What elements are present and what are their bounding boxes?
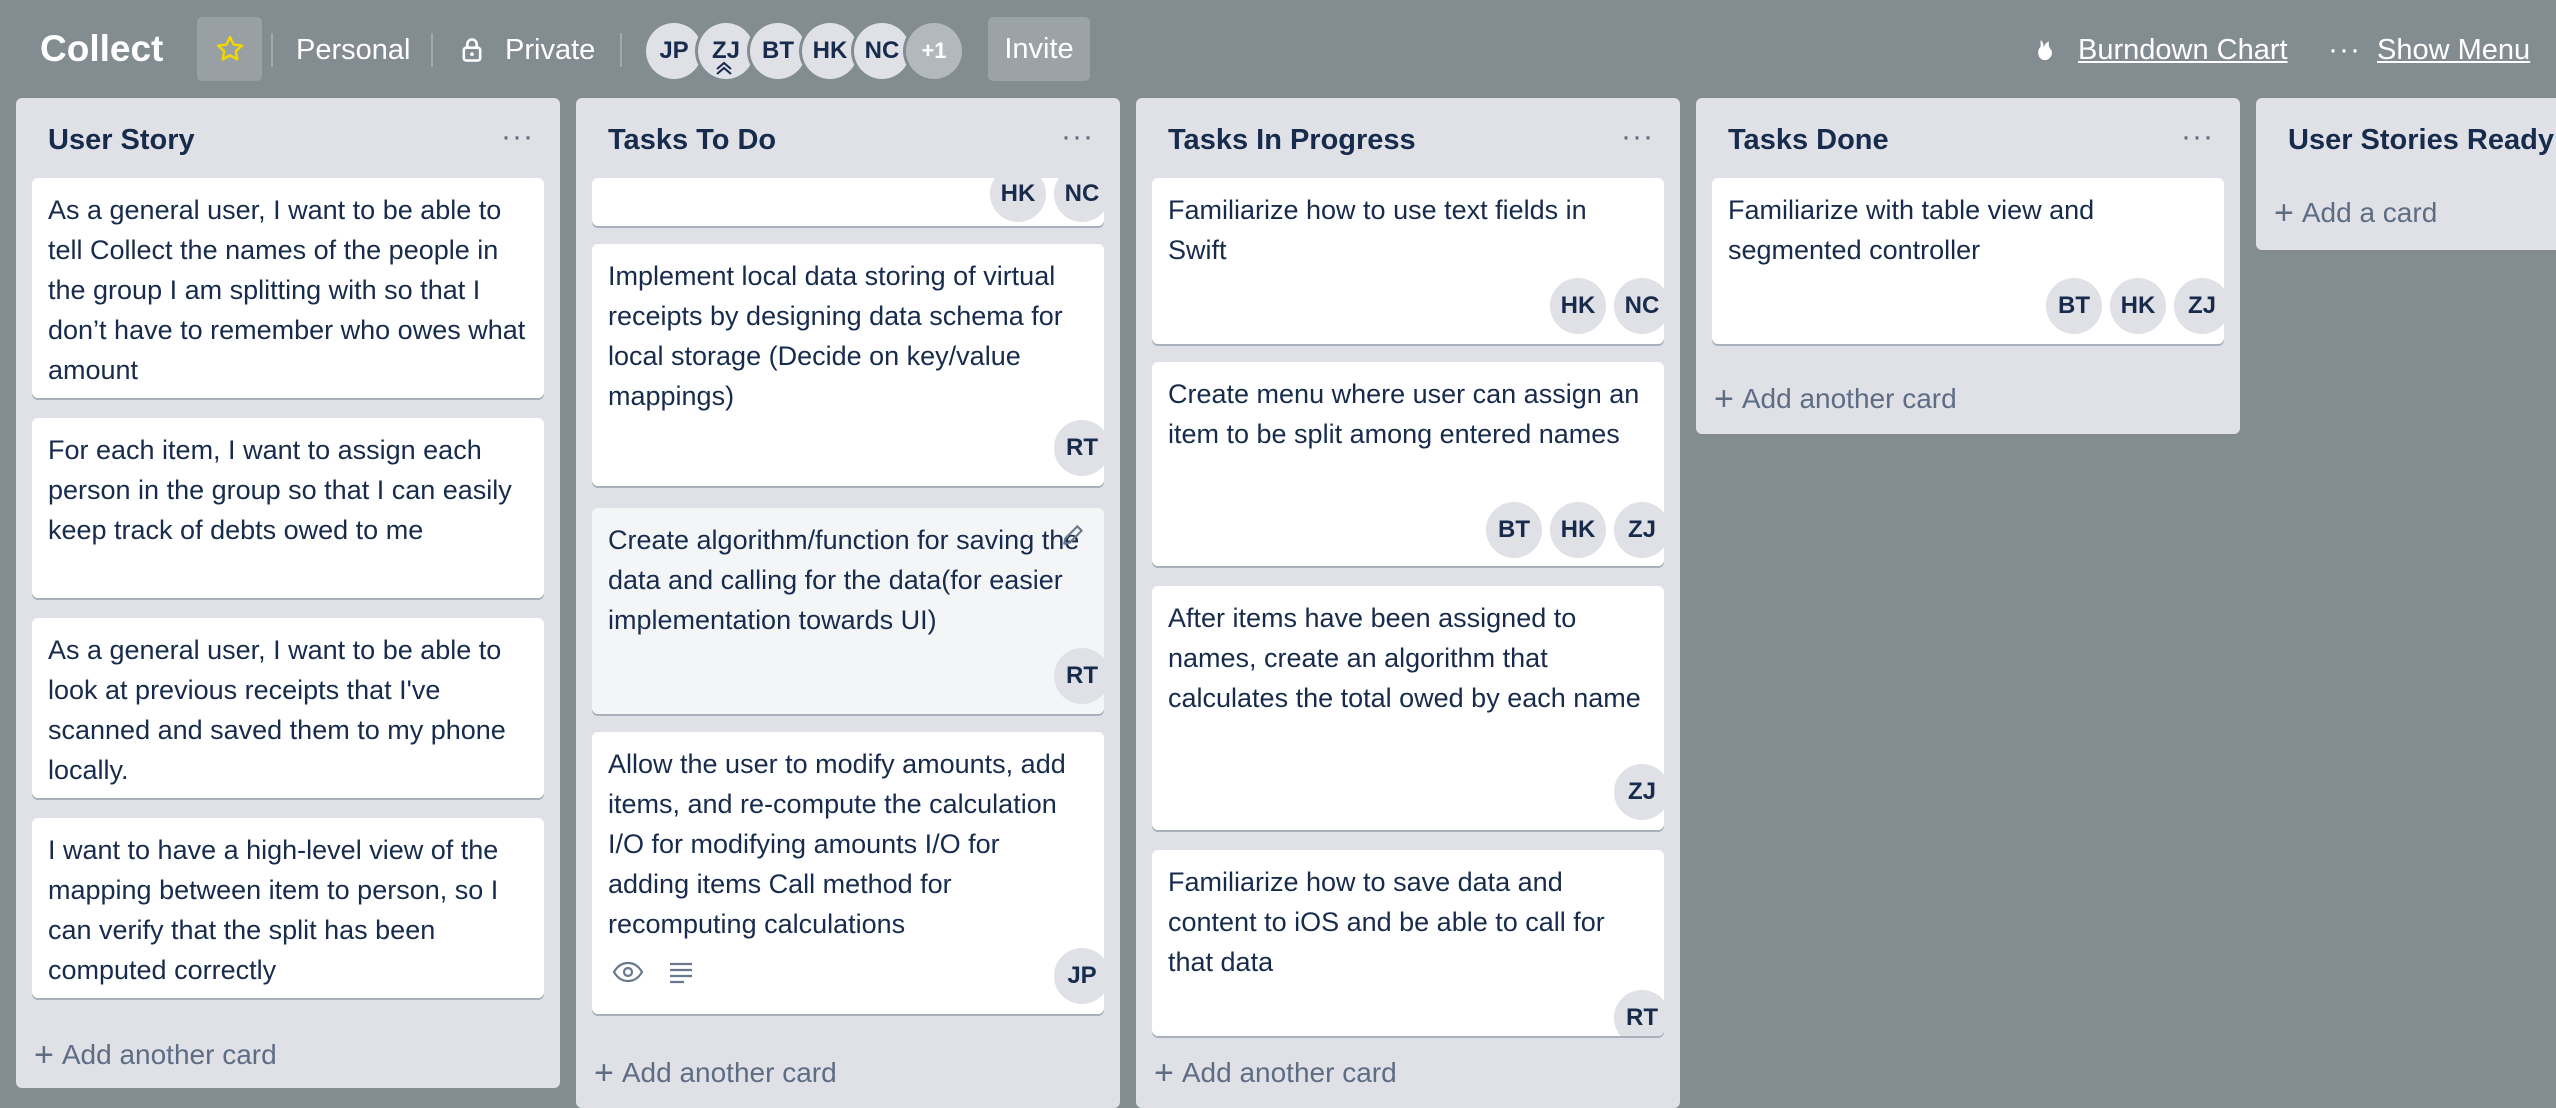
card[interactable]: As a general user, I want to be able to … (32, 618, 544, 798)
add-card-label: Add another card (1181, 1057, 1397, 1088)
add-card-button[interactable]: + Add a card (2274, 194, 2437, 233)
board-header: Collect Personal Private JP ZJ BT HK NC … (0, 0, 2556, 100)
card-member-avatar[interactable]: ZJ (1614, 764, 1664, 820)
card-member-avatar[interactable]: HK (1550, 278, 1606, 334)
card-title: Allow the user to modify amounts, add it… (608, 749, 1066, 939)
header-divider (271, 33, 273, 67)
add-card-button[interactable]: + Add another card (34, 1036, 277, 1075)
card-member-avatar[interactable]: JP (1054, 948, 1104, 1004)
card-title: After items have been assigned to names,… (1168, 603, 1641, 713)
member-avatar[interactable]: ZJ (698, 23, 754, 79)
list-user-stories-ready: User Stories Ready + Add a card (2256, 98, 2556, 250)
list-title[interactable]: Tasks To Do (608, 124, 776, 157)
card-member-avatar[interactable]: ZJ (1614, 502, 1664, 558)
plus-icon: + (1714, 380, 1734, 418)
team-button[interactable]: Personal (296, 33, 410, 67)
menu-dots-icon[interactable]: ··· (2328, 33, 2361, 67)
star-button[interactable] (197, 17, 262, 81)
card[interactable]: Create algorithm/function for saving the… (592, 508, 1104, 714)
lock-icon (462, 38, 482, 62)
card-title: For each item, I want to assign each per… (48, 435, 512, 545)
list-tasks-to-do: Tasks To Do ··· HK NC Implement local da… (576, 98, 1120, 1108)
card-title: As a general user, I want to be able to … (48, 635, 506, 785)
list-title[interactable]: User Stories Ready (2288, 124, 2554, 157)
list-menu-icon[interactable]: ··· (2181, 120, 2214, 154)
description-icon (670, 962, 692, 984)
list-tasks-done: Tasks Done ··· Familiarize with table vi… (1696, 98, 2240, 434)
card-member-avatar[interactable]: HK (990, 178, 1046, 222)
add-card-button[interactable]: + Add another card (1154, 1054, 1397, 1093)
plus-icon: + (1154, 1054, 1174, 1092)
add-card-label: Add another card (61, 1039, 277, 1070)
list-title[interactable]: User Story (48, 124, 195, 157)
plus-icon: + (2274, 194, 2294, 232)
header-divider (620, 33, 622, 67)
card-member-avatar[interactable]: ZJ (2174, 278, 2224, 334)
card[interactable]: I want to have a high-level view of the … (32, 818, 544, 998)
card-member-avatar[interactable]: NC (1054, 178, 1104, 222)
card-member-avatar[interactable]: BT (1486, 502, 1542, 558)
list-title[interactable]: Tasks Done (1728, 124, 1889, 157)
card-member-avatar[interactable]: BT (2046, 278, 2102, 334)
card-member-avatar[interactable]: NC (1614, 278, 1664, 334)
card-member-avatar[interactable]: HK (2110, 278, 2166, 334)
member-avatar[interactable]: BT (750, 23, 806, 79)
card-title: Familiarize how to use text fields in Sw… (1168, 195, 1587, 265)
member-avatar[interactable]: JP (646, 23, 702, 79)
member-avatar[interactable]: NC (854, 23, 910, 79)
plus-icon: + (34, 1036, 54, 1074)
board-title[interactable]: Collect (40, 28, 163, 70)
add-card-button[interactable]: + Add another card (1714, 380, 1957, 419)
list-header: User Stories Ready (2256, 98, 2556, 178)
member-avatar[interactable]: HK (802, 23, 858, 79)
eye-icon (612, 961, 644, 983)
card-title: Create menu where user can assign an ite… (1168, 379, 1640, 449)
invite-button[interactable]: Invite (988, 17, 1090, 81)
card[interactable]: For each item, I want to assign each per… (32, 418, 544, 598)
list-user-story: User Story ··· As a general user, I want… (16, 98, 560, 1088)
show-menu-link[interactable]: Show Menu (2377, 33, 2530, 67)
plus-icon: + (594, 1054, 614, 1092)
list-tasks-in-progress: Tasks In Progress ··· Familiarize how to… (1136, 98, 1680, 1108)
card-title: Create algorithm/function for saving the… (608, 525, 1080, 635)
card[interactable]: As a general user, I want to be able to … (32, 178, 544, 398)
card-title: As a general user, I want to be able to … (48, 195, 526, 385)
card[interactable]: Familiarize with table view and segmente… (1712, 178, 2224, 344)
card[interactable]: Familiarize how to save data and content… (1152, 850, 1664, 1036)
card-title: I want to have a high-level view of the … (48, 835, 499, 985)
list-menu-icon[interactable]: ··· (1061, 120, 1094, 154)
add-card-label: Add a card (2301, 197, 2438, 228)
visibility-button[interactable]: Private (505, 33, 595, 67)
header-divider (431, 33, 433, 67)
card-member-avatar[interactable]: RT (1054, 648, 1104, 704)
list-header: Tasks To Do ··· (576, 98, 1120, 178)
list-header: User Story ··· (16, 98, 560, 178)
more-members-button[interactable]: +1 (906, 23, 962, 79)
card[interactable]: HK NC (592, 178, 1104, 226)
list-menu-icon[interactable]: ··· (1621, 120, 1654, 154)
card[interactable]: Implement local data storing of virtual … (592, 244, 1104, 486)
card-member-avatar[interactable]: RT (1614, 990, 1664, 1036)
card[interactable]: Familiarize how to use text fields in Sw… (1152, 178, 1664, 344)
list-header: Tasks Done ··· (1696, 98, 2240, 178)
add-card-button[interactable]: + Add another card (594, 1054, 837, 1093)
add-card-label: Add another card (621, 1057, 837, 1088)
burndown-chart-link[interactable]: Burndown Chart (2078, 33, 2288, 67)
star-icon (216, 35, 243, 61)
list-menu-icon[interactable]: ··· (501, 120, 534, 154)
card-title: Implement local data storing of virtual … (608, 261, 1063, 411)
pencil-icon[interactable] (1060, 522, 1086, 548)
card-member-avatar[interactable]: RT (1054, 420, 1104, 476)
admin-chevron-icon (716, 61, 732, 75)
card-title: Familiarize with table view and segmente… (1728, 195, 2095, 265)
card-member-avatar[interactable]: HK (1550, 502, 1606, 558)
card-title: Familiarize how to save data and content… (1168, 867, 1605, 977)
list-header: Tasks In Progress ··· (1136, 98, 1680, 178)
card[interactable]: Allow the user to modify amounts, add it… (592, 732, 1104, 1014)
list-title[interactable]: Tasks In Progress (1168, 124, 1416, 157)
burndown-chart-icon (2038, 40, 2052, 61)
card[interactable]: After items have been assigned to names,… (1152, 586, 1664, 830)
add-card-label: Add another card (1741, 383, 1957, 414)
card[interactable]: Create menu where user can assign an ite… (1152, 362, 1664, 566)
